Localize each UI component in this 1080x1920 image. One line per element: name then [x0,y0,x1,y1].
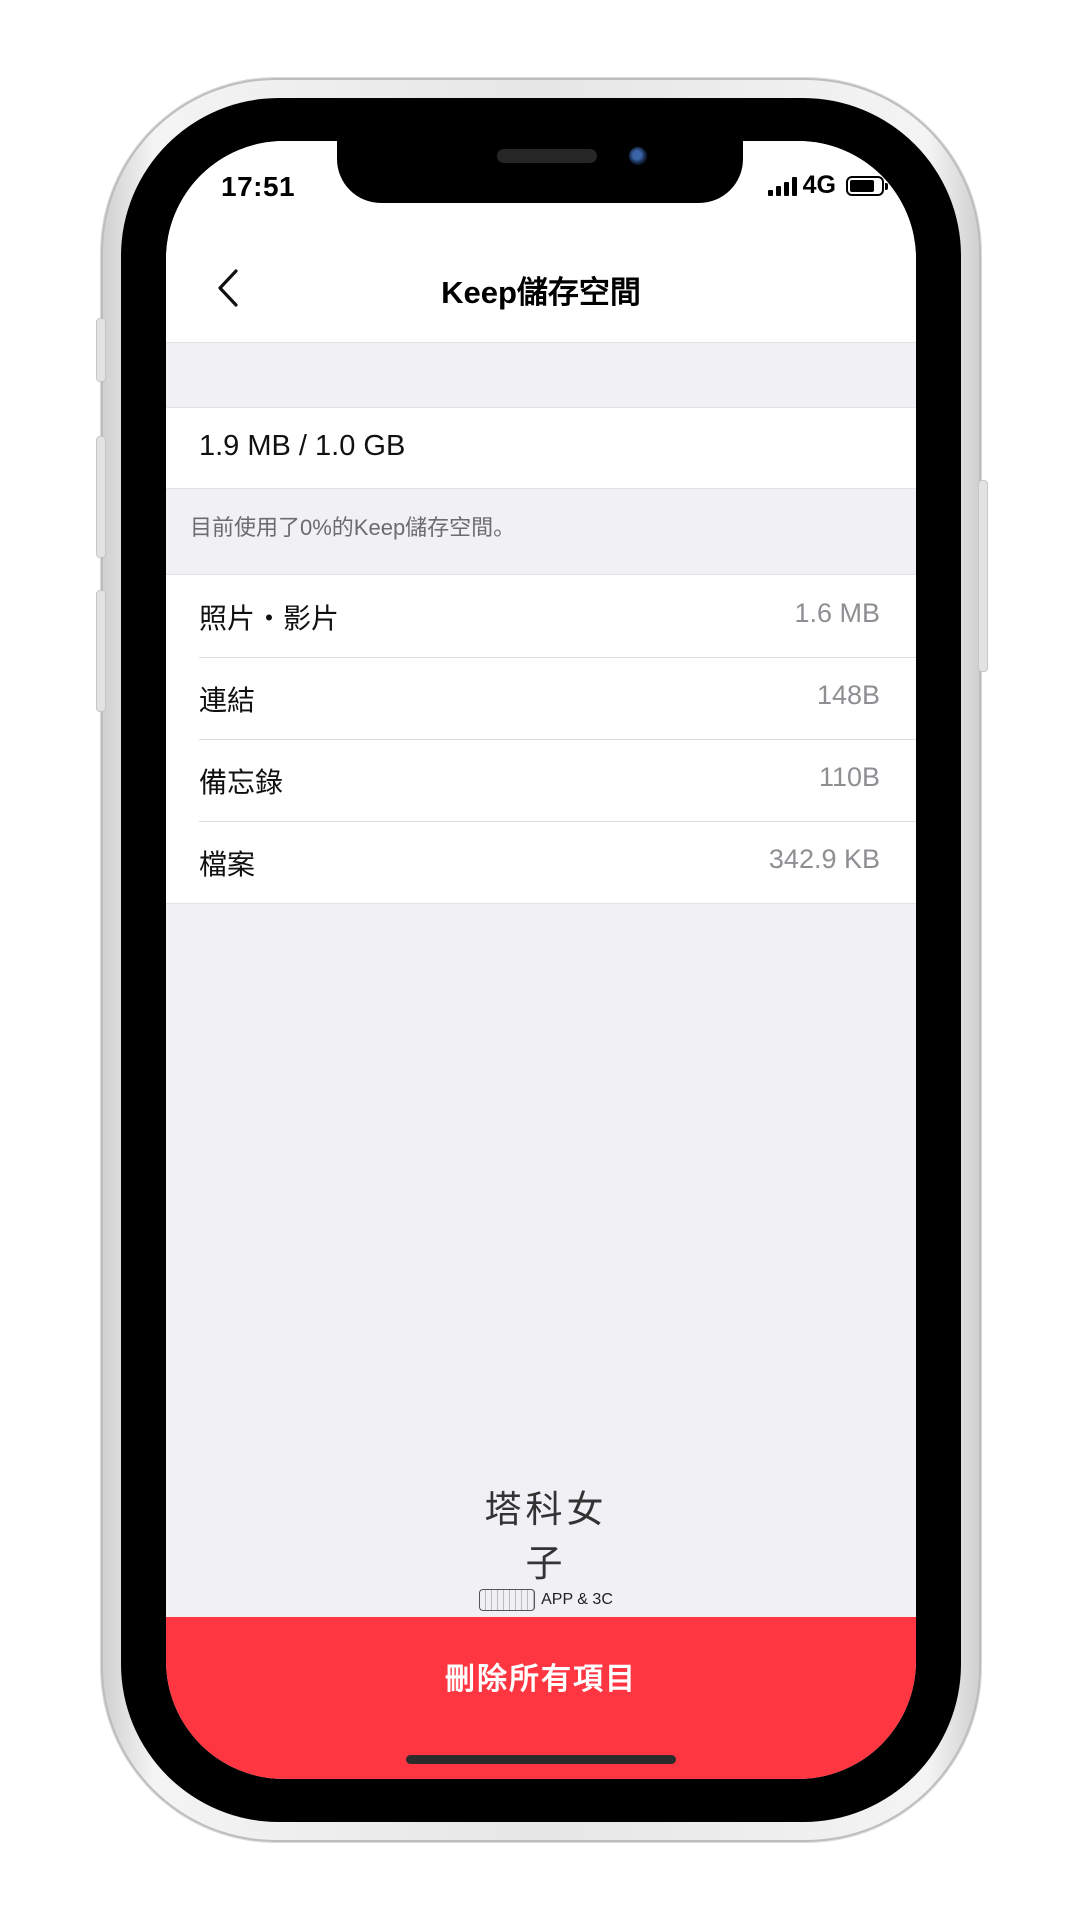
screen: 17:51 4G Keep儲存空間 1.9 MB / 1.0 GB 目前使用了0… [166,141,916,1779]
power-button [978,480,988,672]
notch [337,141,743,203]
storage-category-list: 照片・影片 1.6 MB 連結 148B 備忘錄 110B 檔案 342.9 K… [166,574,916,904]
signal-icon [767,176,797,196]
battery-icon [846,175,888,196]
category-label: 連結 [199,685,256,716]
list-item: 照片・影片 1.6 MB [166,575,916,657]
list-item: 備忘錄 110B [166,739,916,821]
network-type: 4G [802,171,836,199]
speaker [497,149,597,163]
volume-up-button [96,436,106,558]
watermark-logo: 塔科女子 APP & 3C [471,1479,621,1611]
watermark-tag: APP & 3C [541,1591,613,1608]
storage-usage: 1.9 MB / 1.0 GB [199,430,406,462]
category-label: 檔案 [199,849,256,880]
category-size: 148B [816,680,880,710]
keyboard-icon [479,1589,536,1611]
delete-all-label: 刪除所有項目 [445,1663,637,1696]
category-label: 照片・影片 [199,603,340,634]
list-item: 檔案 342.9 KB [166,821,916,903]
category-size: 342.9 KB [768,844,880,874]
volume-down-button [96,590,106,712]
page-title: Keep儲存空間 [441,275,641,310]
category-size: 110B [818,762,880,792]
watermark-title: 塔科女子 [484,1488,608,1585]
nav-bar: Keep儲存空間 [166,233,916,343]
status-time: 17:51 [221,171,296,202]
status-indicators: 4G [767,171,888,200]
home-indicator[interactable] [406,1755,676,1764]
list-item: 連結 148B [166,657,916,739]
storage-note: 目前使用了0%的Keep儲存空間。 [190,515,516,540]
storage-usage-row: 1.9 MB / 1.0 GB [166,407,916,489]
delete-all-button[interactable]: 刪除所有項目 [166,1617,916,1779]
category-label: 備忘錄 [199,767,284,798]
front-camera [629,147,647,165]
category-size: 1.6 MB [794,598,880,628]
mute-switch [96,318,106,382]
